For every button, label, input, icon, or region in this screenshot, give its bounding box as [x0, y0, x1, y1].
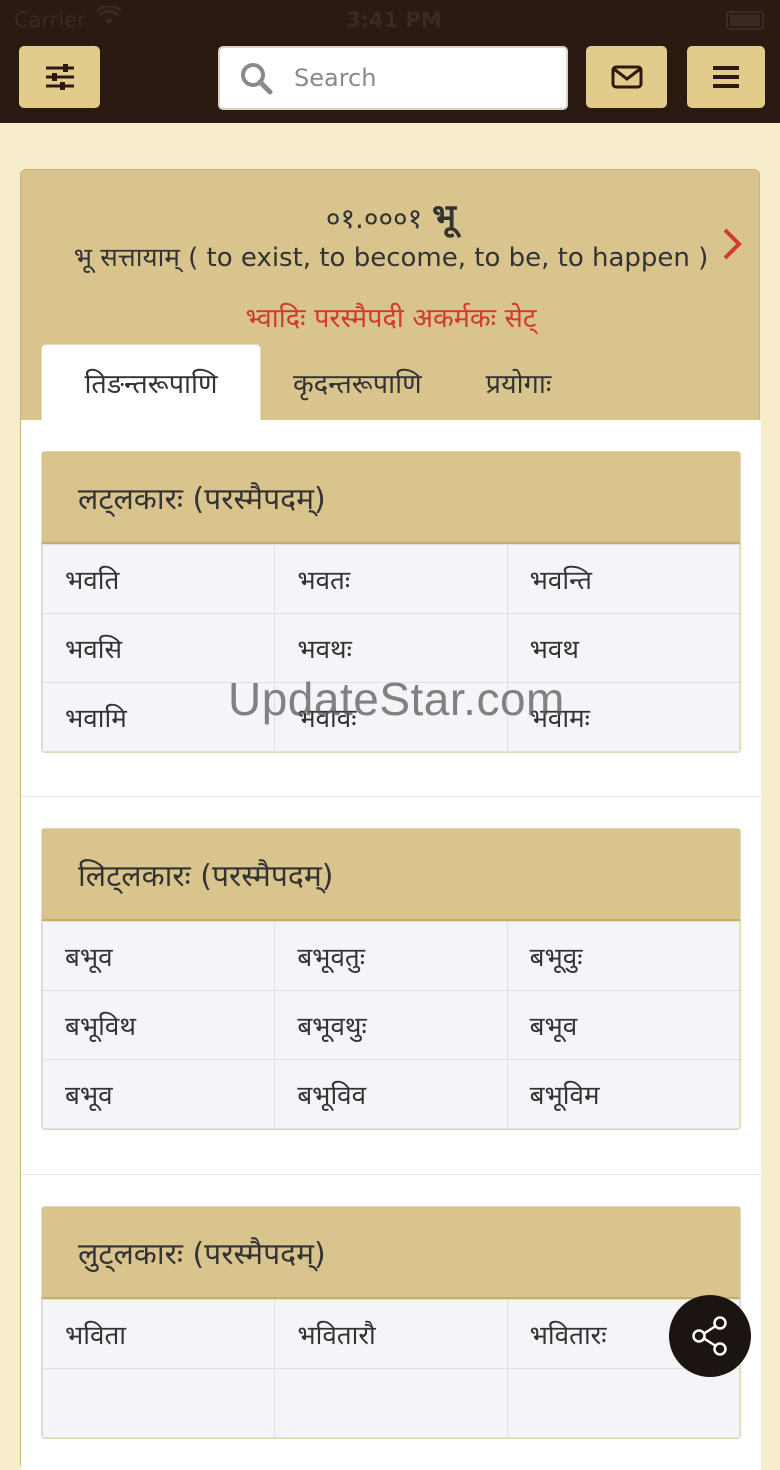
filter-button[interactable]	[19, 46, 100, 108]
menu-button[interactable]	[687, 46, 765, 108]
form-cell: बभूविम	[506, 1059, 741, 1129]
app-header: Carrier 3:41 PM	[0, 0, 780, 123]
table-row	[41, 1368, 741, 1438]
table-row: बभूव बभूविव बभूविम	[41, 1059, 741, 1129]
table-row: भवति भवतः भवन्ति	[41, 544, 741, 614]
form-cell: बभूवतुः	[274, 921, 508, 991]
clock: 3:41 PM	[346, 8, 442, 32]
form-cell: बभूव	[41, 1059, 276, 1129]
form-cell: बभूविथ	[41, 990, 276, 1060]
lakara-lut: लुट्लकारः (परस्मैपदम्) भविता भवितारौ भवि…	[41, 1206, 741, 1439]
forms-table: बभूव बभूवतुः बभूवुः बभूविथ बभूवथुः बभूव …	[41, 921, 741, 1129]
dhatu-root: भू	[432, 197, 457, 237]
status-bar: Carrier 3:41 PM	[0, 0, 780, 40]
tab-bar: तिङन्तरूपाणि कृदन्तरूपाणि प्रयोगाः	[41, 344, 583, 420]
divider	[21, 796, 761, 797]
mail-button[interactable]	[586, 46, 667, 108]
share-icon	[692, 1316, 727, 1356]
table-row: बभूविथ बभूवथुः बभूव	[41, 990, 741, 1060]
dhatu-heading: ०१.०००१ भू	[21, 192, 761, 238]
dhatu-card: ०१.०००१ भू भू सत्तायाम् ( to exist, to be…	[20, 169, 761, 1470]
watermark: UpdateStar.com	[228, 673, 565, 725]
form-cell: बभूव	[41, 921, 276, 991]
form-cell: भविता	[41, 1299, 276, 1369]
carrier-label: Carrier	[14, 8, 86, 32]
tab-tinganta[interactable]: तिङन्तरूपाणि	[41, 344, 261, 420]
envelope-icon	[611, 65, 642, 89]
dhatu-code: ०१.०००१	[325, 202, 423, 235]
forms-table: भविता भवितारौ भवितारः	[41, 1299, 741, 1438]
search-input[interactable]	[292, 63, 536, 93]
lakara-title: लट्लकारः (परस्मैपदम्)	[42, 452, 740, 544]
tab-prayogah[interactable]: प्रयोगाः	[454, 344, 584, 420]
form-cell: बभूविव	[274, 1059, 508, 1129]
chevron-right-icon[interactable]	[719, 224, 745, 264]
share-button[interactable]	[669, 1295, 751, 1377]
form-cell	[41, 1368, 276, 1438]
dhatu-meaning: भू सत्तायाम् ( to exist, to become, to b…	[73, 243, 709, 273]
conjugation-panel: लट्लकारः (परस्मैपदम्) भवति भवतः भवन्ति भ…	[21, 420, 761, 1470]
form-cell: बभूवथुः	[274, 990, 508, 1060]
divider	[21, 1174, 761, 1175]
tab-krdanta[interactable]: कृदन्तरूपाणि	[261, 344, 454, 420]
form-cell	[506, 1368, 741, 1438]
form-cell: भवति	[41, 544, 276, 614]
search-icon	[241, 63, 273, 95]
form-cell: बभूवुः	[506, 921, 741, 991]
form-cell: बभूव	[506, 990, 741, 1060]
table-row: भविता भवितारौ भवितारः	[41, 1299, 741, 1369]
search-box[interactable]	[218, 46, 568, 110]
table-row: बभूव बभूवतुः बभूवुः	[41, 921, 741, 991]
hamburger-icon	[713, 66, 739, 88]
battery-icon	[726, 11, 764, 30]
lakara-lit: लिट्लकारः (परस्मैपदम्) बभूव बभूवतुः बभूव…	[41, 828, 741, 1130]
form-cell: भवतः	[274, 544, 508, 614]
wifi-icon	[96, 6, 122, 24]
form-cell: भवितारौ	[274, 1299, 508, 1369]
form-cell: भवन्ति	[506, 544, 741, 614]
form-cell	[274, 1368, 508, 1438]
lakara-title: लुट्लकारः (परस्मैपदम्)	[42, 1207, 740, 1299]
sliders-icon	[45, 64, 74, 90]
lakara-title: लिट्लकारः (परस्मैपदम्)	[42, 829, 740, 921]
dhatu-tags: भ्वादिः परस्मैपदी अकर्मकः सेट्	[245, 303, 537, 334]
